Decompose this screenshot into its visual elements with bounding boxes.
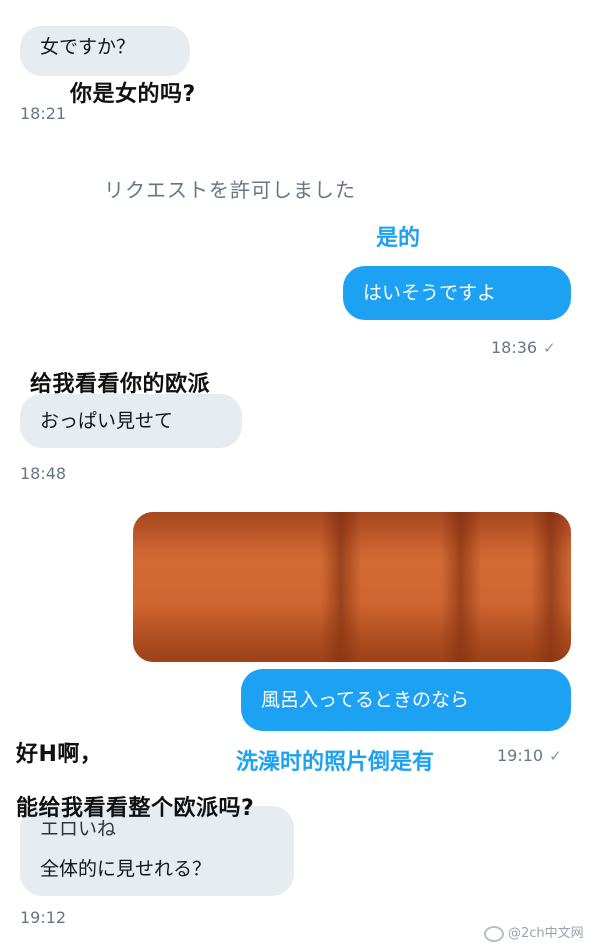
caption-translation-1: 你是女的吗? (70, 82, 196, 107)
time-text: 19:10 (497, 746, 544, 765)
message-time-4: 19:10 ✓ (497, 746, 562, 765)
message-text: はいそうですよ (363, 282, 497, 304)
message-text-line-2: 全体的に見せれる？ (40, 858, 212, 880)
caption-translation-2: 是的 (376, 226, 421, 251)
caption-translation-5a: 好H啊， (16, 742, 103, 767)
message-time-5: 19:12 (20, 908, 67, 927)
incoming-message-2[interactable]: おっぱい見せて (20, 394, 242, 448)
outgoing-photo[interactable] (133, 512, 571, 662)
caption-translation-4: 洗澡时的照片倒是有 (236, 750, 435, 775)
message-time-3: 18:48 (20, 464, 67, 483)
watermark-text: @2ch中文网 (508, 926, 584, 941)
time-text: 18:36 (491, 338, 538, 357)
outgoing-message-2[interactable]: 風呂入ってるときのなら (241, 669, 571, 731)
incoming-message-1[interactable]: 女ですか？ (20, 26, 190, 76)
system-message: リクエストを許可しました (104, 178, 356, 202)
message-time-1: 18:21 (20, 104, 67, 123)
watermark: @2ch中文网 (484, 922, 584, 942)
photo-shade (133, 602, 571, 662)
message-time-2: 18:36 ✓ (491, 338, 556, 357)
outgoing-message-1[interactable]: はいそうですよ (343, 266, 571, 320)
message-text: おっぱい見せて (40, 410, 174, 432)
checkmark-icon: ✓ (543, 339, 556, 357)
message-text: 女ですか？ (40, 36, 136, 58)
checkmark-icon: ✓ (549, 747, 562, 765)
weibo-logo-icon (484, 925, 504, 942)
caption-translation-5b: 能给我看看整个欧派吗? (16, 796, 255, 821)
message-text: 風呂入ってるときのなら (261, 689, 470, 711)
